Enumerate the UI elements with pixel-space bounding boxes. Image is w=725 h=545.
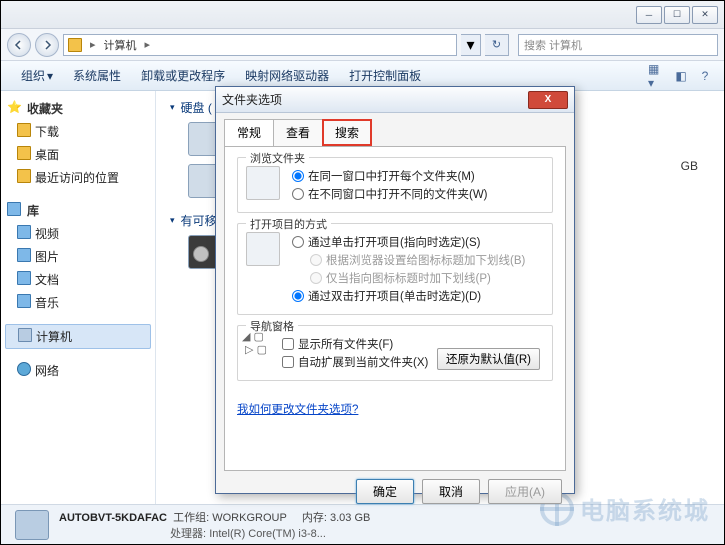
folder-icon xyxy=(17,123,31,137)
sidebar-item-desktop[interactable]: 桌面 xyxy=(5,143,151,166)
browse-folders-icon xyxy=(246,166,280,200)
system-properties-button[interactable]: 系统属性 xyxy=(63,67,131,84)
libraries-header[interactable]: 库 xyxy=(5,199,151,222)
minimize-button[interactable]: ─ xyxy=(636,6,662,24)
search-placeholder: 搜索 计算机 xyxy=(524,37,582,53)
picture-icon xyxy=(17,248,31,262)
dialog-body: 浏览文件夹 在同一窗口中打开每个文件夹(M) 在不同窗口中打开不同的文件夹(W)… xyxy=(224,146,566,471)
radio-double-click[interactable]: 通过双击打开项目(单击时选定)(D) xyxy=(292,288,544,304)
dialog-button-row: 确定 取消 应用(A) xyxy=(216,479,574,514)
cpu-label: 处理器: xyxy=(170,528,206,540)
radio-underline-hover: 仅当指向图标标题时加下划线(P) xyxy=(292,270,544,286)
sidebar-item-network[interactable]: 网络 xyxy=(5,359,151,382)
tab-view[interactable]: 查看 xyxy=(273,119,323,146)
sidebar-item-documents[interactable]: 文档 xyxy=(5,268,151,291)
forward-button[interactable] xyxy=(35,33,59,57)
click-behavior-group: 打开项目的方式 通过单击打开项目(指向时选定)(S) 根据浏览器设置给图标标题加… xyxy=(237,223,553,315)
navigation-sidebar: ⭐收藏夹 下载 桌面 最近访问的位置 库 视频 图片 文档 音乐 计算机 网络 xyxy=(1,91,156,506)
star-icon: ⭐ xyxy=(7,100,21,114)
collapse-icon: ▾ xyxy=(170,215,175,226)
address-dropdown[interactable]: ▾ xyxy=(461,34,481,56)
dialog-title: 文件夹选项 xyxy=(222,91,528,108)
window-titlebar: ─ ☐ ✕ xyxy=(1,1,724,29)
sidebar-item-recent[interactable]: 最近访问的位置 xyxy=(5,166,151,189)
sidebar-item-computer[interactable]: 计算机 xyxy=(5,324,151,349)
document-icon xyxy=(17,271,31,285)
ok-button[interactable]: 确定 xyxy=(356,479,414,504)
network-icon xyxy=(17,362,31,376)
computer-icon xyxy=(68,38,82,52)
radio-own-window[interactable]: 在不同窗口中打开不同的文件夹(W) xyxy=(292,186,544,202)
search-input[interactable]: 搜索 计算机 xyxy=(518,34,718,56)
cancel-button[interactable]: 取消 xyxy=(422,479,480,504)
sidebar-item-videos[interactable]: 视频 xyxy=(5,222,151,245)
organize-menu[interactable]: 组织 ▾ xyxy=(11,67,63,84)
storage-unit-label: GB xyxy=(681,159,698,173)
sidebar-item-downloads[interactable]: 下载 xyxy=(5,120,151,143)
close-button[interactable]: ✕ xyxy=(692,6,718,24)
dialog-tabs: 常规 查看 搜索 xyxy=(224,119,566,146)
click-icon xyxy=(246,232,280,266)
dialog-close-button[interactable]: X xyxy=(528,91,568,109)
desktop-icon xyxy=(17,146,31,160)
pc-name: AUTOBVT-5KDAFAC xyxy=(59,512,167,524)
address-bar[interactable]: ▸ 计算机 ▸ xyxy=(63,34,457,56)
breadcrumb[interactable]: 计算机 xyxy=(104,37,137,53)
dialog-titlebar[interactable]: 文件夹选项 X xyxy=(216,87,574,113)
library-icon xyxy=(7,202,21,216)
group-title: 浏览文件夹 xyxy=(246,150,309,166)
sidebar-item-pictures[interactable]: 图片 xyxy=(5,245,151,268)
back-button[interactable] xyxy=(7,33,31,57)
radio-underline-browser: 根据浏览器设置给图标标题加下划线(B) xyxy=(292,252,544,268)
tree-icon: ◢ ▢ ▷ ▢ xyxy=(242,330,267,356)
navigation-bar: ▸ 计算机 ▸ ▾ ↻ 搜索 计算机 xyxy=(1,29,724,61)
browse-folders-group: 浏览文件夹 在同一窗口中打开每个文件夹(M) 在不同窗口中打开不同的文件夹(W) xyxy=(237,157,553,213)
tab-search[interactable]: 搜索 xyxy=(322,119,372,146)
refresh-button[interactable]: ↻ xyxy=(485,34,509,56)
apply-button[interactable]: 应用(A) xyxy=(488,479,562,504)
folder-options-dialog: 文件夹选项 X 常规 查看 搜索 浏览文件夹 在同一窗口中打开每个文件夹(M) … xyxy=(215,86,575,494)
favorites-header[interactable]: ⭐收藏夹 xyxy=(5,97,151,120)
workgroup-label: 工作组: xyxy=(173,512,209,524)
chevron-right-icon: ▸ xyxy=(145,38,151,51)
maximize-button[interactable]: ☐ xyxy=(664,6,690,24)
map-network-drive-button[interactable]: 映射网络驱动器 xyxy=(235,67,339,84)
chevron-right-icon: ▸ xyxy=(90,38,96,51)
computer-icon xyxy=(15,510,49,540)
chevron-down-icon: ▾ xyxy=(47,69,53,83)
cpu-value: Intel(R) Core(TM) i3-8... xyxy=(209,528,326,540)
radio-single-click[interactable]: 通过单击打开项目(指向时选定)(S) xyxy=(292,234,544,250)
sidebar-item-music[interactable]: 音乐 xyxy=(5,291,151,314)
open-control-panel-button[interactable]: 打开控制面板 xyxy=(339,67,431,84)
help-link[interactable]: 我如何更改文件夹选项? xyxy=(237,401,358,417)
collapse-icon: ▾ xyxy=(170,102,175,113)
help-button[interactable]: ? xyxy=(696,67,714,85)
nav-pane-group: 导航窗格 ◢ ▢ ▷ ▢ 显示所有文件夹(F) 自动扩展到当前文件夹(X) 还原… xyxy=(237,325,553,381)
tab-general[interactable]: 常规 xyxy=(224,119,274,146)
music-icon xyxy=(17,294,31,308)
restore-defaults-button[interactable]: 还原为默认值(R) xyxy=(437,348,540,370)
preview-pane-button[interactable]: ◧ xyxy=(672,67,690,85)
group-title: 打开项目的方式 xyxy=(246,216,331,232)
uninstall-programs-button[interactable]: 卸载或更改程序 xyxy=(131,67,235,84)
view-options-button[interactable]: ▦ ▾ xyxy=(648,67,666,85)
video-icon xyxy=(17,225,31,239)
computer-icon xyxy=(18,328,32,342)
recent-icon xyxy=(17,169,31,183)
radio-same-window[interactable]: 在同一窗口中打开每个文件夹(M) xyxy=(292,168,544,184)
